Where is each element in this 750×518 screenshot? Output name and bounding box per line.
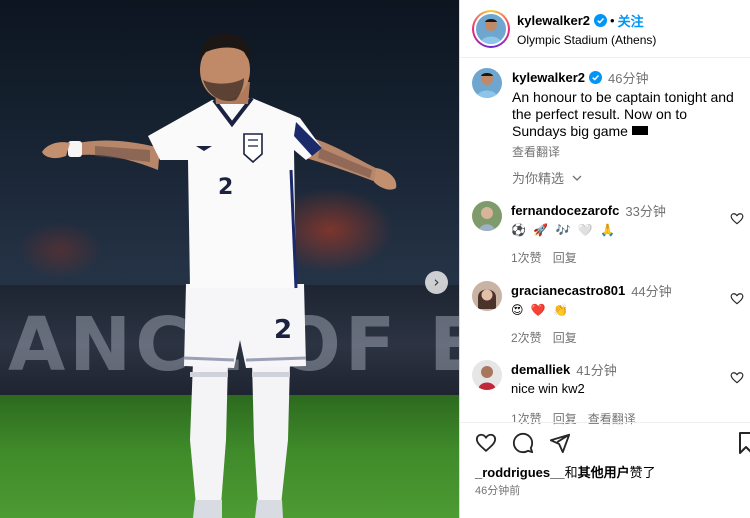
author-avatar[interactable]	[476, 13, 506, 44]
svg-text:2: 2	[274, 315, 292, 345]
comment-emoji: ⚽ 🚀 🎶 🤍 🙏	[511, 223, 618, 237]
follow-button[interactable]: 关注	[618, 11, 644, 30]
comment-bubble-icon[interactable]	[512, 432, 534, 454]
post-location[interactable]: Olympic Stadium (Athens)	[517, 33, 656, 47]
liker-username[interactable]: _roddrigues__	[475, 465, 565, 480]
commenter-username[interactable]: fernandocezarofc	[511, 203, 619, 218]
caption-username[interactable]: kylewalker2	[512, 70, 585, 85]
post-photo[interactable]: ANCE OF ER P 2	[0, 0, 459, 518]
post-caption: kylewalker2 46分钟 An honour to be captain…	[472, 68, 744, 160]
comment-like-heart-icon[interactable]	[730, 292, 744, 306]
share-paper-plane-icon[interactable]	[549, 432, 571, 454]
instagram-post: ANCE OF ER P 2	[0, 0, 750, 518]
comment-like-heart-icon[interactable]	[730, 212, 744, 226]
save-bookmark-icon[interactable]	[739, 432, 750, 454]
chevron-down-icon	[572, 175, 582, 181]
caption-avatar[interactable]	[472, 68, 502, 98]
separator-dot: •	[610, 12, 615, 28]
footballer-figure: 2 2	[42, 33, 397, 518]
comment-like-count[interactable]: 2次赞	[511, 329, 542, 346]
commenter-username[interactable]: demalliek	[511, 362, 570, 377]
comment-reply-button[interactable]: 回复	[553, 329, 577, 346]
like-heart-icon[interactable]	[475, 432, 497, 454]
comment-time: 33分钟	[625, 204, 666, 219]
other-likers-link[interactable]: 其他用户	[578, 465, 630, 480]
verified-badge-icon	[594, 13, 608, 27]
commenter-username[interactable]: gracianecastro801	[511, 283, 625, 298]
comment-time: 44分钟	[631, 284, 672, 299]
comment-item: demalliek 41分钟 nice win kw2 1次赞 回复 查看翻译	[472, 360, 744, 427]
author-username[interactable]: kylewalker2	[517, 13, 590, 28]
comment-reply-button[interactable]: 回复	[553, 410, 577, 427]
comment-like-count[interactable]: 1次赞	[511, 410, 542, 427]
comment-emoji: 😍 ❤️ 👏	[511, 303, 571, 317]
likes-suffix: 赞了	[629, 465, 656, 480]
author-avatar-ring[interactable]	[472, 9, 510, 48]
caption-time: 46分钟	[608, 71, 649, 86]
comment-sort-dropdown[interactable]: 为你精选	[512, 168, 582, 187]
comment-item: fernandocezarofc 33分钟 ⚽ 🚀 🎶 🤍 🙏 1次赞 回复	[472, 201, 744, 266]
likes-joiner: 和	[564, 465, 578, 480]
comment-time: 41分钟	[576, 363, 617, 378]
post-timestamp: 46分钟前	[475, 485, 521, 497]
action-divider	[460, 422, 750, 423]
next-photo-button[interactable]: ›	[425, 271, 448, 294]
comment-item: gracianecastro801 44分钟 😍 ❤️ 👏 2次赞 回复	[472, 281, 744, 346]
comment-sort-label: 为你精选	[512, 171, 565, 186]
commenter-avatar[interactable]	[472, 201, 502, 231]
post-action-bar	[475, 432, 571, 454]
comment-reply-button[interactable]: 回复	[553, 249, 577, 266]
comment-like-heart-icon[interactable]	[730, 371, 744, 385]
comment-text: nice win kw2	[511, 381, 585, 396]
commenter-avatar[interactable]	[472, 281, 502, 311]
likes-summary: _roddrigues__和其他用户赞了	[475, 462, 656, 481]
caption-text: An honour to be captain tonight and the …	[512, 89, 734, 139]
commenter-avatar[interactable]	[472, 360, 502, 390]
post-header: kylewalker2 • 关注 Olympic Stadium (Athens…	[460, 0, 750, 58]
post-side-panel: kylewalker2 • 关注 Olympic Stadium (Athens…	[459, 0, 750, 518]
flag-emoji-icon	[631, 126, 648, 135]
comment-like-count[interactable]: 1次赞	[511, 249, 542, 266]
comment-translate-link[interactable]: 查看翻译	[588, 410, 636, 427]
svg-text:2: 2	[218, 175, 233, 200]
verified-badge-icon	[589, 71, 603, 84]
caption-translate-link[interactable]: 查看翻译	[512, 143, 744, 160]
